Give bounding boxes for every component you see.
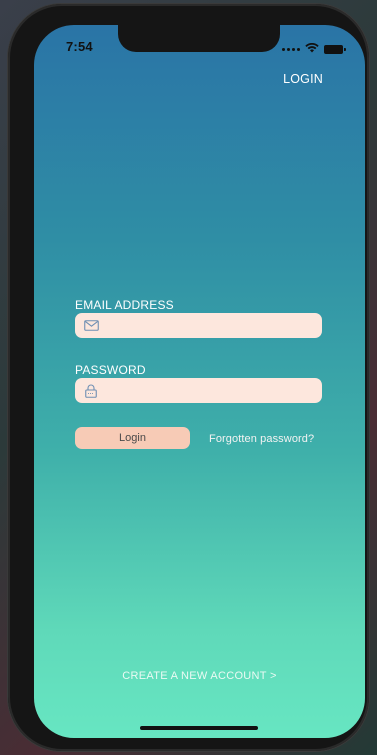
email-label: EMAIL ADDRESS [75, 298, 174, 312]
login-button[interactable]: Login [75, 427, 190, 449]
password-field[interactable] [75, 378, 322, 403]
password-label: PASSWORD [75, 363, 146, 377]
app-screen: 7:54 LOGIN EMAIL ADDRESS PASSWORD Login … [34, 25, 365, 738]
email-field[interactable] [75, 313, 322, 338]
wifi-icon [305, 40, 319, 58]
header-login-button[interactable]: LOGIN [283, 72, 323, 86]
battery-icon [324, 44, 346, 54]
lock-icon [83, 384, 99, 398]
status-time: 7:54 [66, 39, 93, 54]
forgot-password-link[interactable]: Forgotten password? [209, 433, 314, 445]
create-account-link[interactable]: CREATE A NEW ACCOUNT > [34, 670, 365, 682]
device-notch [118, 25, 280, 52]
password-input[interactable] [99, 378, 322, 403]
home-indicator[interactable] [140, 726, 258, 730]
email-input[interactable] [99, 313, 322, 338]
envelope-icon [83, 319, 99, 333]
status-icons [282, 40, 346, 58]
phone-frame: 7:54 LOGIN EMAIL ADDRESS PASSWORD Login … [8, 4, 369, 751]
signal-dots-icon [282, 47, 300, 51]
